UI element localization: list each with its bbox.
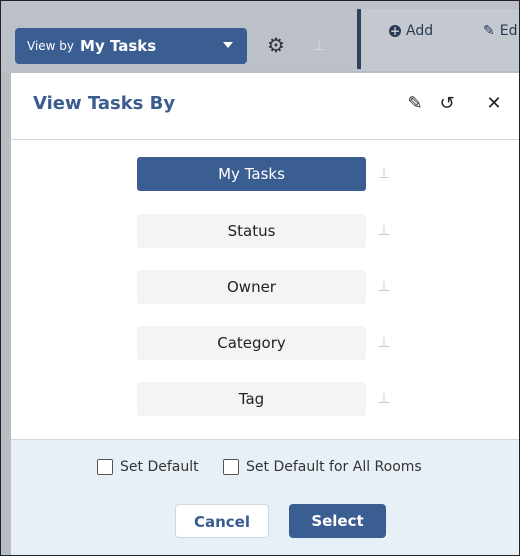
option-my-tasks[interactable]: My Tasks — [137, 157, 366, 191]
dialog-title: View Tasks By — [33, 93, 176, 114]
edit-label: Ed — [499, 23, 518, 39]
option-status[interactable]: Status — [137, 214, 366, 248]
option-tag[interactable]: Tag — [137, 382, 366, 416]
set-default-label: Set Default — [120, 459, 199, 475]
edit-button[interactable]: ✎ Ed — [483, 23, 517, 39]
pin-icon[interactable]: ⊥ — [377, 389, 391, 409]
view-by-prefix: View by — [27, 39, 75, 53]
pin-icon[interactable]: ⊥ — [377, 277, 391, 297]
dialog-footer: Set Default Set Default for All Rooms Ca… — [11, 439, 519, 555]
pencil-icon: ✎ — [483, 23, 495, 39]
checkbox-box[interactable] — [97, 459, 113, 475]
view-by-value: My Tasks — [80, 37, 157, 55]
view-by-dropdown[interactable]: View by My Tasks — [15, 28, 247, 64]
add-label: Add — [406, 23, 434, 39]
close-icon[interactable]: ✕ — [485, 93, 503, 115]
plus-circle-icon: + — [389, 24, 401, 38]
cancel-button[interactable]: Cancel — [175, 504, 269, 538]
history-icon[interactable]: ↺ — [437, 93, 457, 115]
select-button[interactable]: Select — [289, 504, 386, 538]
set-default-all-rooms-checkbox[interactable]: Set Default for All Rooms — [223, 459, 422, 475]
dialog-header: View Tasks By ✎ ↺ ✕ — [11, 73, 519, 140]
task-panel-toolbar — [361, 9, 519, 71]
pin-icon[interactable]: ⊥ — [312, 35, 326, 55]
view-tasks-by-dialog: View Tasks By ✎ ↺ ✕ My Tasks ⊥ Status ⊥ … — [11, 73, 519, 555]
set-default-checkbox[interactable]: Set Default — [97, 459, 199, 475]
option-category[interactable]: Category — [137, 326, 366, 360]
pin-icon[interactable]: ⊥ — [377, 333, 391, 353]
pencil-icon[interactable]: ✎ — [406, 93, 424, 115]
option-owner[interactable]: Owner — [137, 270, 366, 304]
checkbox-box[interactable] — [223, 459, 239, 475]
set-default-all-label: Set Default for All Rooms — [246, 459, 422, 475]
app-window: View by My Tasks ⚙ ⊥ + Add ✎ Ed View Tas… — [0, 0, 520, 556]
add-button[interactable]: + Add — [389, 23, 433, 39]
gear-icon[interactable]: ⚙ — [266, 35, 286, 55]
caret-down-icon — [223, 42, 233, 48]
pin-icon[interactable]: ⊥ — [377, 164, 391, 184]
pin-icon[interactable]: ⊥ — [377, 221, 391, 241]
